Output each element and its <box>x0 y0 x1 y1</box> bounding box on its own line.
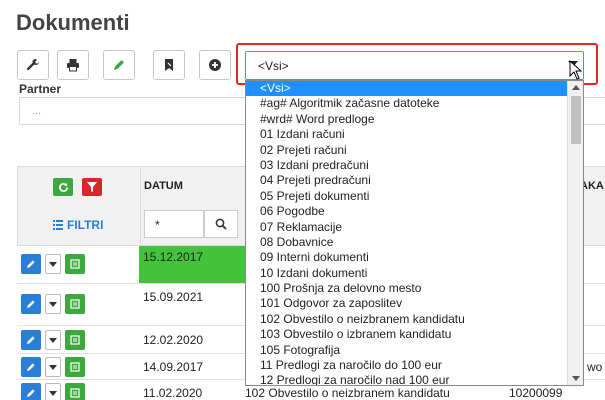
pencil-icon <box>27 336 35 344</box>
scroll-up-icon[interactable] <box>572 85 580 90</box>
document-type-option[interactable]: 02 Prejeti računi <box>246 143 583 158</box>
row-date: 15.12.2017 <box>143 250 204 264</box>
dokumenti-page: Dokumenti Partner ... FILTRI DATUM AKA *… <box>0 0 605 400</box>
row-date: 12.02.2020 <box>143 333 204 347</box>
row-actions <box>21 294 85 314</box>
document-type-option[interactable]: 10 Izdani dokumenti <box>246 266 583 281</box>
pencil-icon <box>27 260 35 268</box>
column-divider <box>140 167 141 247</box>
row-actions <box>21 383 85 400</box>
print-icon <box>67 59 79 72</box>
document-type-option[interactable]: 03 Izdani predračuni <box>246 158 583 173</box>
row-edit-button[interactable] <box>21 254 41 274</box>
row-doc-number: 10200099 <box>509 386 563 400</box>
caret-down-icon <box>49 390 57 396</box>
row-document-button[interactable] <box>65 357 85 377</box>
scroll-thumb[interactable] <box>571 96 581 144</box>
wrench-icon <box>26 58 39 71</box>
edit-button[interactable] <box>103 50 135 80</box>
pencil-icon <box>114 60 124 70</box>
row-cell-text: wo <box>587 360 603 374</box>
list-icon <box>53 220 63 230</box>
row-actions <box>21 254 85 274</box>
row-document-button[interactable] <box>65 383 85 400</box>
page-title: Dokumenti <box>16 10 130 35</box>
row-document-button[interactable] <box>65 294 85 314</box>
document-icon <box>70 299 80 309</box>
document-icon <box>70 259 80 269</box>
document-icon <box>70 335 80 345</box>
document-type-option[interactable]: 100 Prošnja za delovno mesto <box>246 281 583 296</box>
row-document-button[interactable] <box>65 330 85 350</box>
caret-down-icon <box>49 261 57 267</box>
row-actions <box>21 330 85 350</box>
document-type-option[interactable]: <Vsi> <box>246 81 583 97</box>
document-type-option[interactable]: #ag# Algoritmik začasne datoteke <box>246 96 583 111</box>
pencil-icon <box>27 300 35 308</box>
document-type-option[interactable]: 05 Prejeti dokumenti <box>246 189 583 204</box>
filtri-toggle[interactable]: FILTRI <box>53 218 103 232</box>
document-icon <box>70 388 80 398</box>
mouse-cursor-icon <box>569 60 583 80</box>
document-type-option[interactable]: 08 Dobavnice <box>246 235 583 250</box>
partner-label: Partner <box>19 82 62 96</box>
row-document-button[interactable] <box>65 254 85 274</box>
row-menu-button[interactable] <box>45 294 61 314</box>
row-edit-button[interactable] <box>21 383 41 400</box>
filter-icon <box>87 182 97 192</box>
document-type-selected: <Vsi> <box>258 59 289 73</box>
settings-button[interactable] <box>17 50 49 80</box>
caret-down-icon <box>49 364 57 370</box>
document-icon <box>70 362 80 372</box>
bookmark-button[interactable] <box>153 50 185 80</box>
document-type-option[interactable]: 105 Fotografija <box>246 343 583 358</box>
row-menu-button[interactable] <box>45 330 61 350</box>
row-edit-button[interactable] <box>21 330 41 350</box>
datum-search-button[interactable] <box>204 210 238 238</box>
row-menu-button[interactable] <box>45 383 61 400</box>
document-type-option[interactable]: 102 Obvestilo o neizbranem kandidatu <box>246 312 583 327</box>
row-menu-button[interactable] <box>45 357 61 377</box>
caret-down-icon <box>49 337 57 343</box>
document-type-option[interactable]: #wrd# Word predloge <box>246 112 583 127</box>
datum-filter-input[interactable]: * <box>144 210 204 238</box>
pencil-icon <box>27 363 35 371</box>
search-icon <box>215 218 227 230</box>
document-type-option[interactable]: 12 Predlogi za naročilo nad 100 eur <box>246 373 583 385</box>
document-type-option[interactable]: 06 Pogodbe <box>246 204 583 219</box>
document-type-option[interactable]: 09 Interni dokumenti <box>246 250 583 265</box>
caret-down-icon <box>49 301 57 307</box>
document-type-option[interactable]: 07 Reklamacije <box>246 220 583 235</box>
column-header-datum[interactable]: DATUM <box>144 180 183 192</box>
document-type-list[interactable]: <Vsi> #ag# Algoritmik začasne datoteke #wr… <box>245 80 584 386</box>
filtri-label: FILTRI <box>67 218 104 232</box>
row-actions <box>21 357 85 377</box>
clear-filter-button[interactable] <box>82 178 102 196</box>
bookmark-icon <box>165 59 173 71</box>
document-type-option[interactable]: 101 Odgovor za zaposlitev <box>246 296 583 311</box>
document-type-option[interactable]: 11 Predlogi za naročilo do 100 eur <box>246 358 583 373</box>
scroll-down-icon[interactable] <box>572 376 580 381</box>
print-button[interactable] <box>57 50 89 80</box>
row-date: 15.09.2021 <box>143 290 204 304</box>
refresh-button[interactable] <box>53 178 73 196</box>
row-edit-button[interactable] <box>21 357 41 377</box>
refresh-icon <box>58 182 68 192</box>
pencil-icon <box>27 389 35 397</box>
plus-circle-icon <box>209 59 221 71</box>
document-type-option[interactable]: 04 Prejeti predračuni <box>246 173 583 188</box>
document-type-option[interactable]: 103 Obvestilo o izbranem kandidatu <box>246 327 583 342</box>
row-menu-button[interactable] <box>45 254 61 274</box>
row-date: 14.09.2017 <box>143 360 204 374</box>
add-button[interactable] <box>199 50 231 80</box>
document-type-options: <Vsi> #ag# Algoritmik začasne datoteke #wr… <box>246 81 583 385</box>
document-type-select[interactable]: <Vsi> <box>245 51 584 80</box>
row-edit-button[interactable] <box>21 294 41 314</box>
list-scrollbar[interactable] <box>567 81 583 385</box>
row-doc-type: 102 Obvestilo o neizbranem kandidatu <box>245 386 450 400</box>
row-date: 11.02.2020 <box>143 386 203 400</box>
document-type-option[interactable]: 01 Izdani računi <box>246 127 583 142</box>
